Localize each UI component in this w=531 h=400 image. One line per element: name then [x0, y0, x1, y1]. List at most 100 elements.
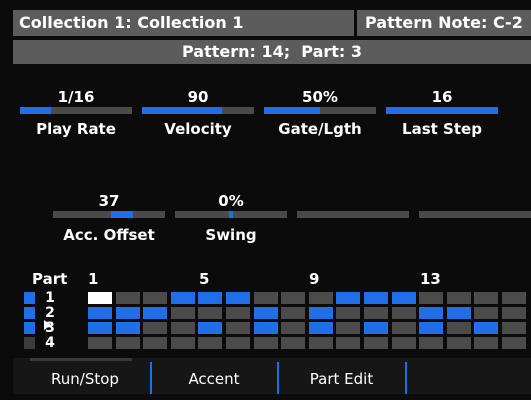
velocity-value: 90 — [187, 88, 209, 106]
part-row-indicator — [24, 307, 35, 319]
step-cell[interactable] — [116, 322, 140, 334]
step-cell[interactable] — [419, 322, 443, 334]
step-cell[interactable] — [336, 307, 360, 319]
step-cell[interactable] — [171, 322, 195, 334]
step-cell[interactable] — [419, 337, 443, 349]
step-cell[interactable] — [419, 307, 443, 319]
step-cell[interactable] — [116, 337, 140, 349]
step-cell[interactable] — [392, 337, 416, 349]
step-cell[interactable] — [336, 322, 360, 334]
step-cell[interactable] — [392, 322, 416, 334]
last-step-label: Last Step — [402, 120, 482, 138]
step-cell[interactable] — [198, 322, 222, 334]
part-row-indicator — [24, 292, 35, 304]
step-cell[interactable] — [447, 322, 471, 334]
pattern-part-header: Pattern: 14; Part: 3 — [13, 40, 531, 64]
step-cell[interactable] — [474, 337, 498, 349]
step-cell[interactable] — [474, 292, 498, 304]
play-rate-label: Play Rate — [36, 120, 116, 138]
step-cell[interactable] — [336, 292, 360, 304]
step-cell[interactable] — [143, 307, 167, 319]
step-cell[interactable] — [447, 292, 471, 304]
step-label-5: 5 — [199, 270, 210, 288]
velocity-bar[interactable] — [142, 107, 254, 114]
step-cell[interactable] — [198, 292, 222, 304]
step-cell[interactable] — [281, 337, 305, 349]
step-cell[interactable] — [502, 292, 526, 304]
accent-button[interactable]: Accent — [153, 358, 275, 394]
step-cell[interactable] — [198, 307, 222, 319]
step-cell[interactable] — [474, 322, 498, 334]
part-row-indicator — [24, 337, 35, 349]
step-cell[interactable] — [88, 292, 112, 304]
step-cell[interactable] — [364, 307, 388, 319]
step-cell[interactable] — [88, 337, 112, 349]
step-cell[interactable] — [254, 322, 278, 334]
step-cell[interactable] — [281, 307, 305, 319]
swing-bar[interactable] — [175, 211, 287, 218]
step-cell[interactable] — [198, 337, 222, 349]
step-cell[interactable] — [419, 292, 443, 304]
step-cell[interactable] — [502, 322, 526, 334]
step-cell[interactable] — [447, 337, 471, 349]
play-rate-bar[interactable] — [20, 107, 132, 114]
step-cell[interactable] — [336, 337, 360, 349]
step-cell[interactable] — [143, 322, 167, 334]
step-cell[interactable] — [254, 337, 278, 349]
acc-offset-marker — [111, 211, 134, 218]
step-cell[interactable] — [88, 322, 112, 334]
button-separator — [277, 362, 279, 394]
step-cell[interactable] — [309, 307, 333, 319]
play-rate-fill — [20, 107, 52, 114]
acc-offset-bar[interactable] — [53, 211, 165, 218]
step-cell[interactable] — [309, 292, 333, 304]
step-cell[interactable] — [502, 307, 526, 319]
step-cell[interactable] — [474, 307, 498, 319]
button-separator — [405, 362, 407, 394]
step-cell[interactable] — [88, 307, 112, 319]
step-cell[interactable] — [309, 322, 333, 334]
step-cell[interactable] — [254, 307, 278, 319]
empty-param-bar-3[interactable] — [297, 211, 409, 218]
part-edit-button[interactable]: Part Edit — [280, 358, 403, 394]
acc-offset-label: Acc. Offset — [63, 226, 155, 244]
step-cell[interactable] — [447, 307, 471, 319]
acc-offset-value: 37 — [98, 192, 120, 210]
step-cell[interactable] — [364, 337, 388, 349]
velocity-label: Velocity — [164, 120, 232, 138]
button-separator — [150, 362, 152, 394]
part-row-number: 1 — [45, 290, 55, 306]
step-cell[interactable] — [226, 322, 250, 334]
step-cell[interactable] — [392, 307, 416, 319]
empty-param-bar-4[interactable] — [419, 211, 531, 218]
step-cell[interactable] — [502, 337, 526, 349]
last-step-bar[interactable] — [386, 107, 498, 114]
step-cell[interactable] — [226, 307, 250, 319]
gate-length-fill — [264, 107, 320, 114]
swing-marker — [229, 211, 233, 218]
step-cell[interactable] — [364, 322, 388, 334]
step-label-9: 9 — [309, 270, 320, 288]
step-cell[interactable] — [392, 292, 416, 304]
step-cell[interactable] — [116, 292, 140, 304]
step-cell[interactable] — [281, 322, 305, 334]
step-cell[interactable] — [171, 292, 195, 304]
step-cell[interactable] — [143, 337, 167, 349]
step-cell[interactable] — [226, 292, 250, 304]
step-cell[interactable] — [143, 292, 167, 304]
collection-title: Collection 1: Collection 1 — [13, 10, 354, 36]
step-cell[interactable] — [309, 337, 333, 349]
step-cell[interactable] — [171, 337, 195, 349]
gate-length-bar[interactable] — [264, 107, 376, 114]
part-row-indicator — [24, 322, 35, 334]
step-cell[interactable] — [281, 292, 305, 304]
part-column-label: Part — [32, 270, 68, 288]
step-cell[interactable] — [171, 307, 195, 319]
run-stop-button[interactable]: Run/Stop — [25, 358, 145, 394]
step-cell[interactable] — [226, 337, 250, 349]
step-cell[interactable] — [254, 292, 278, 304]
step-cell[interactable] — [364, 292, 388, 304]
last-step-fill — [386, 107, 498, 114]
step-cell[interactable] — [116, 307, 140, 319]
selected-part-arrow-icon — [44, 320, 51, 330]
